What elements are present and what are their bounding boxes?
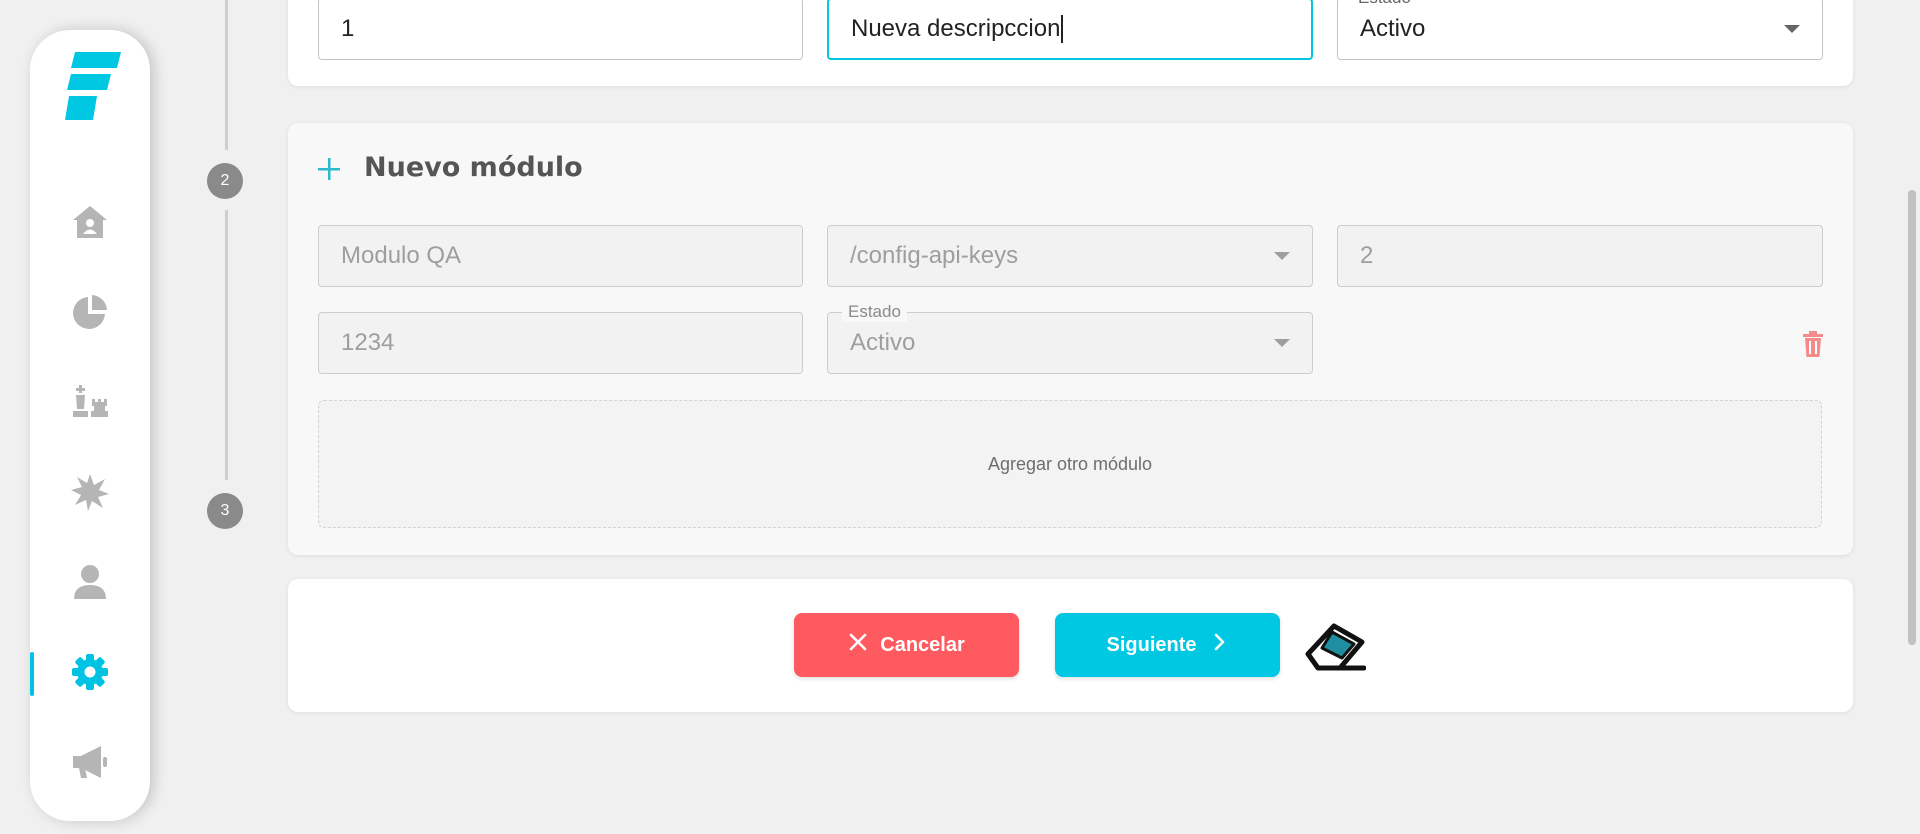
- cancel-button-label: Cancelar: [880, 633, 965, 656]
- add-module-label: Agregar otro módulo: [987, 453, 1153, 474]
- estado-select[interactable]: Estado Activo: [1337, 0, 1823, 60]
- text-cursor: [1061, 15, 1064, 43]
- module-section-title: Nuevo módulo: [364, 152, 583, 183]
- chess-pieces-icon: [69, 381, 111, 428]
- brand-logo[interactable]: [65, 52, 121, 120]
- module-route-value: /config-api-keys: [850, 242, 1019, 269]
- step-3-circle: 3: [207, 493, 243, 529]
- module-name-field[interactable]: Modulo QA: [318, 225, 803, 287]
- trash-icon[interactable]: [1800, 330, 1826, 358]
- next-button[interactable]: Siguiente: [1055, 613, 1280, 677]
- module-estado-select[interactable]: Estado Activo: [827, 302, 1313, 374]
- module-code-field[interactable]: 1234: [318, 312, 803, 374]
- pie-chart-icon: [69, 291, 111, 338]
- megaphone-icon: [69, 741, 111, 788]
- module-name-placeholder: Modulo QA: [341, 242, 462, 269]
- sidebar-item-campaigns[interactable]: [30, 736, 150, 792]
- sidebar-item-strategy[interactable]: [30, 376, 150, 432]
- plus-icon[interactable]: [316, 156, 342, 182]
- sidebar-item-settings[interactable]: [30, 646, 150, 702]
- module-order-field[interactable]: 2: [1337, 225, 1823, 287]
- stepper-line: [225, 0, 228, 150]
- burst-icon: [69, 471, 111, 518]
- module-estado-value: Activo: [850, 329, 916, 356]
- sidebar-item-users[interactable]: [30, 556, 150, 612]
- stepper-line: [225, 210, 228, 480]
- gear-icon: [69, 651, 111, 698]
- estado-select-value: Activo: [1360, 15, 1426, 42]
- eraser-icon[interactable]: [1304, 618, 1367, 672]
- id-field[interactable]: 1: [318, 0, 803, 60]
- description-field[interactable]: Nueva descripccion: [827, 0, 1313, 60]
- module-route-select[interactable]: /config-api-keys: [827, 225, 1313, 287]
- add-module-dropzone[interactable]: Agregar otro módulo: [318, 400, 1822, 528]
- id-field-value: 1: [341, 15, 355, 42]
- chevron-right-icon: [1209, 632, 1229, 658]
- sidebar: [30, 30, 150, 821]
- cancel-button[interactable]: Cancelar: [794, 613, 1019, 677]
- module-order-value: 2: [1360, 242, 1374, 269]
- sidebar-item-integrations[interactable]: [30, 466, 150, 522]
- scrollbar-thumb[interactable]: [1908, 190, 1916, 645]
- user-icon: [69, 561, 111, 608]
- chevron-down-icon: [1274, 252, 1290, 260]
- estado-label: Estado: [1352, 0, 1417, 8]
- next-button-label: Siguiente: [1106, 633, 1197, 656]
- module-estado-label: Estado: [842, 302, 907, 322]
- description-field-value: Nueva descripccion: [851, 15, 1061, 42]
- close-icon: [848, 632, 868, 658]
- sidebar-item-reports[interactable]: [30, 286, 150, 342]
- chevron-down-icon: [1274, 339, 1290, 347]
- chevron-down-icon: [1784, 25, 1800, 33]
- module-code-value: 1234: [341, 329, 395, 356]
- home-icon: [69, 201, 111, 248]
- sidebar-item-home[interactable]: [30, 196, 150, 252]
- step-2-circle: 2: [207, 163, 243, 199]
